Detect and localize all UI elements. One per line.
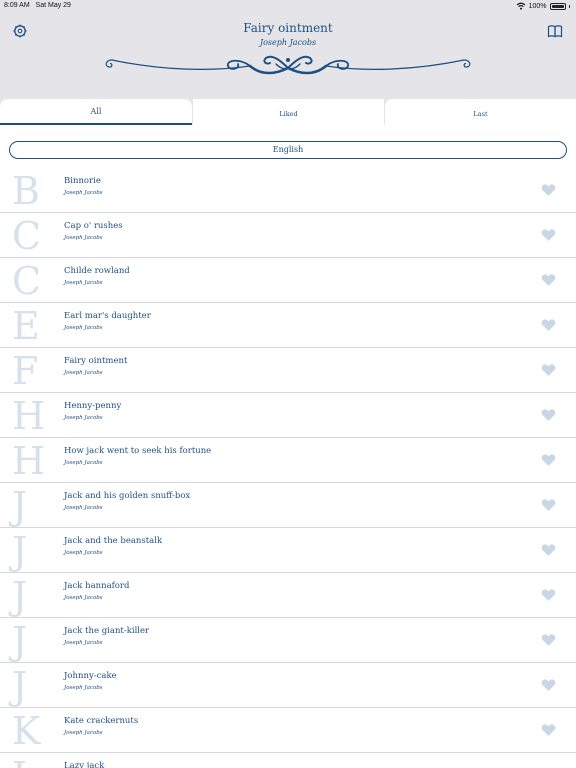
heart-icon[interactable] — [541, 588, 556, 602]
index-letter: J — [12, 484, 28, 528]
story-author: Joseph Jacobs — [64, 325, 103, 331]
status-bar: 8:09 AM Sat May 29 100% — [0, 0, 576, 14]
book-icon[interactable] — [547, 23, 563, 39]
status-right: 100% — [516, 2, 570, 10]
list-item[interactable]: C Childe rowland Joseph Jacobs — [0, 258, 576, 303]
tab-all[interactable]: All — [0, 99, 192, 125]
segmented-tabs: All Liked Last — [0, 99, 576, 125]
index-letter: B — [12, 169, 40, 213]
heart-icon[interactable] — [541, 273, 556, 287]
list-item[interactable]: J Jack hannaford Joseph Jacobs — [0, 573, 576, 618]
index-letter: J — [12, 574, 28, 618]
status-time: 8:09 AM Sat May 29 — [4, 2, 71, 9]
story-author: Joseph Jacobs — [64, 595, 103, 601]
story-title: Jack and his golden snuff-box — [64, 491, 191, 501]
story-author: Joseph Jacobs — [64, 190, 103, 196]
story-title: Fairy ointment — [64, 356, 128, 366]
heart-icon[interactable] — [541, 498, 556, 512]
index-letter: H — [12, 439, 46, 483]
heart-icon[interactable] — [541, 408, 556, 422]
list-item[interactable]: J Johnny-cake Joseph Jacobs — [0, 663, 576, 708]
index-letter: C — [12, 259, 42, 303]
list-item[interactable]: H Henny-penny Joseph Jacobs — [0, 393, 576, 438]
index-letter: E — [12, 304, 40, 348]
header: 8:09 AM Sat May 29 100% Fairy ointment J… — [0, 0, 576, 110]
story-author: Joseph Jacobs — [64, 550, 103, 556]
language-button[interactable]: English — [9, 141, 567, 159]
list-item[interactable]: J Jack the giant-killer Joseph Jacobs — [0, 618, 576, 663]
heart-icon[interactable] — [541, 183, 556, 197]
list-item[interactable]: C Cap o' rushes Joseph Jacobs — [0, 213, 576, 258]
story-title: Binnorie — [64, 176, 101, 186]
story-title: Childe rowland — [64, 266, 130, 276]
index-letter: C — [12, 214, 42, 258]
story-title: Jack the giant-killer — [64, 626, 150, 636]
story-title: Johnny-cake — [64, 671, 117, 681]
story-author: Joseph Jacobs — [64, 685, 103, 691]
story-title: Kate crackernuts — [64, 716, 139, 726]
heart-icon[interactable] — [541, 363, 556, 377]
story-author: Joseph Jacobs — [64, 730, 103, 736]
index-letter: J — [12, 664, 28, 708]
index-letter: H — [12, 394, 46, 438]
index-letter: K — [12, 709, 41, 753]
story-title: Earl mar's daughter — [64, 311, 151, 321]
battery-icon — [549, 2, 566, 10]
ornament-divider — [105, 55, 471, 75]
story-author: Joseph Jacobs — [64, 235, 103, 241]
story-list: B Binnorie Joseph Jacobs C Cap o' rushes Jose… — [0, 168, 576, 768]
index-letter: J — [12, 619, 28, 663]
story-title: Cap o' rushes — [64, 221, 123, 231]
battery-tip — [568, 4, 570, 8]
list-item[interactable]: F Fairy ointment Joseph Jacobs — [0, 348, 576, 393]
heart-icon[interactable] — [541, 633, 556, 647]
story-title: How jack went to seek his fortune — [64, 446, 212, 456]
story-title: Henny-penny — [64, 401, 122, 411]
list-item[interactable]: E Earl mar's daughter Joseph Jacobs — [0, 303, 576, 348]
heart-icon[interactable] — [541, 228, 556, 242]
list-item[interactable]: B Binnorie Joseph Jacobs — [0, 168, 576, 213]
battery-percent: 100% — [528, 2, 547, 10]
heart-icon[interactable] — [541, 318, 556, 332]
story-title: Jack hannaford — [64, 581, 130, 591]
tab-last[interactable]: Last — [384, 99, 576, 125]
heart-icon[interactable] — [541, 723, 556, 737]
index-letter: L — [12, 753, 52, 768]
story-author: Joseph Jacobs — [64, 280, 103, 286]
wifi-icon — [516, 2, 525, 10]
story-author: Joseph Jacobs — [64, 415, 103, 421]
story-author: Joseph Jacobs — [64, 640, 103, 646]
story-title: Jack and the beanstalk — [64, 536, 163, 546]
story-title: Lazy jack — [64, 761, 105, 768]
list-item[interactable]: K Kate crackernuts Joseph Jacobs — [0, 708, 576, 753]
page-subtitle: Joseph Jacobs — [259, 38, 317, 47]
list-item[interactable]: H How jack went to seek his fortune Joseph… — [0, 438, 576, 483]
story-author: Joseph Jacobs — [64, 460, 103, 466]
story-author: Joseph Jacobs — [64, 505, 103, 511]
tab-liked[interactable]: Liked — [192, 99, 384, 125]
list-item[interactable]: J Jack and his golden snuff-box Joseph Jac… — [0, 483, 576, 528]
heart-icon[interactable] — [541, 678, 556, 692]
heart-icon[interactable] — [541, 453, 556, 467]
index-letter: J — [12, 529, 28, 573]
page-title: Fairy ointment — [243, 21, 333, 35]
story-author: Joseph Jacobs — [64, 370, 103, 376]
heart-icon[interactable] — [541, 543, 556, 557]
list-item[interactable]: L Lazy jack — [0, 753, 576, 768]
list-item[interactable]: J Jack and the beanstalk Joseph Jacobs — [0, 528, 576, 573]
index-letter: F — [12, 349, 39, 393]
